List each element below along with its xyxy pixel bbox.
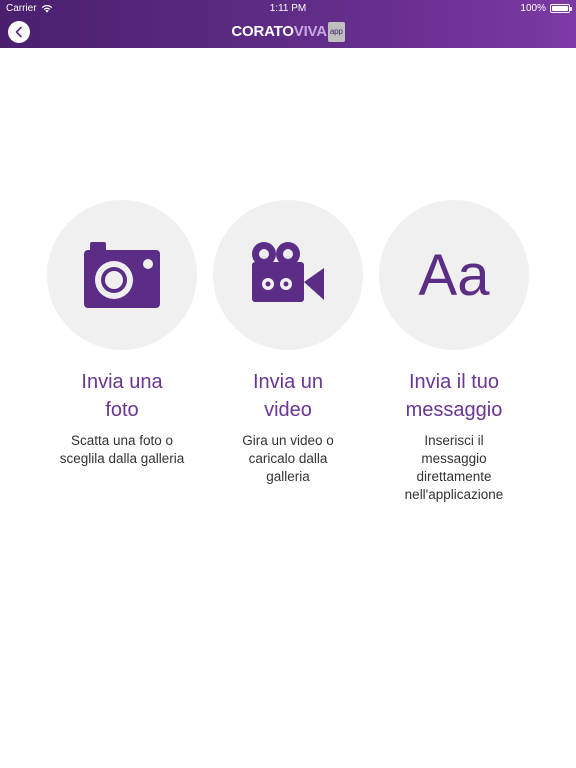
send-photo-title: Invia una foto	[47, 368, 197, 424]
send-message-description: Inserisci il messaggio direttamente nell…	[404, 433, 504, 502]
battery-indicator: 100%	[520, 3, 572, 14]
send-video-option[interactable]: Invia un video Gira un video o caricalo …	[213, 200, 363, 486]
send-video-button[interactable]	[213, 200, 363, 350]
send-photo-button[interactable]	[47, 200, 197, 350]
video-camera-icon	[252, 242, 324, 302]
send-message-title: Invia il tuo messaggio	[379, 368, 529, 424]
title-line: Invia una	[81, 371, 163, 393]
battery-percentage: 100%	[520, 3, 546, 14]
send-message-option[interactable]: Aa Invia il tuo messaggio Inserisci il m…	[379, 200, 529, 504]
clock: 1:11 PM	[269, 3, 307, 14]
title-line: Invia un	[252, 371, 324, 393]
status-bar: Carrier 1:11 PM 100%	[0, 0, 576, 16]
title-line: messaggio	[405, 399, 503, 421]
send-video-title: Invia un video	[213, 368, 363, 424]
logo-text-accent: VIVA	[293, 23, 327, 40]
text-icon: Aa	[418, 242, 490, 308]
camera-icon	[84, 242, 160, 308]
app-logo: CORATOVIVA app	[0, 22, 576, 42]
send-photo-description: Scatta una foto o sceglila dalla galleri…	[59, 433, 185, 466]
navigation-bar: Carrier 1:11 PM 100% CORATOVIVA app	[0, 0, 576, 48]
send-video-description: Gira un video o caricalo dalla galleria	[242, 433, 334, 484]
title-line: Invia il tuo	[408, 371, 500, 393]
logo-text-main: CORATO	[231, 23, 294, 40]
battery-icon	[550, 4, 572, 13]
send-photo-option[interactable]: Invia una foto Scatta una foto o sceglil…	[47, 200, 197, 468]
logo-badge: app	[327, 22, 345, 42]
title-line: foto	[105, 399, 139, 421]
title-line: video	[264, 399, 312, 421]
send-message-button[interactable]: Aa	[379, 200, 529, 350]
